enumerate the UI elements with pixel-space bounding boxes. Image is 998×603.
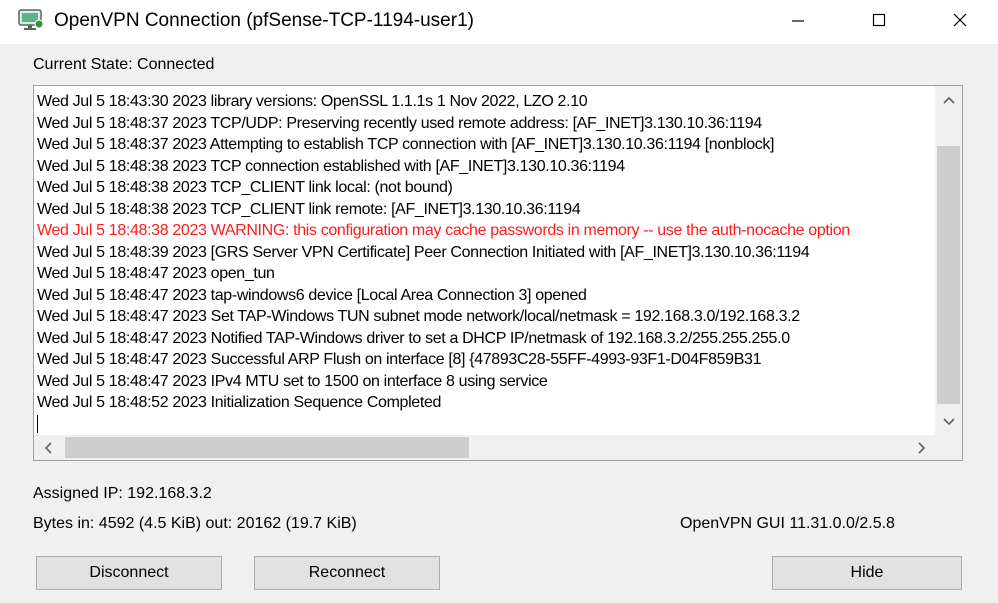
vertical-scrollbar[interactable] [935, 86, 962, 435]
scroll-down-button[interactable] [935, 408, 962, 435]
close-button[interactable] [932, 0, 988, 40]
log-line: Wed Jul 5 18:48:52 2023 Initialization S… [37, 394, 442, 411]
reconnect-button[interactable]: Reconnect [254, 556, 440, 590]
log-line: Wed Jul 5 18:48:47 2023 IPv4 MTU set to … [37, 372, 548, 390]
minimize-icon [792, 20, 804, 22]
log-line: Wed Jul 5 18:48:47 2023 tap-windows6 dev… [37, 286, 587, 304]
disconnect-button[interactable]: Disconnect [36, 556, 222, 590]
log-content[interactable]: Wed Jul 5 18:43:30 2023 library versions… [37, 91, 935, 436]
assigned-ip-label: Assigned IP: 192.168.3.2 [33, 485, 212, 502]
hide-button[interactable]: Hide [772, 556, 962, 590]
text-caret [37, 415, 38, 434]
log-line: Wed Jul 5 18:48:38 2023 TCP_CLIENT link … [37, 200, 581, 218]
scroll-up-icon [942, 96, 955, 104]
horizontal-scrollbar[interactable] [34, 435, 935, 460]
openvpn-monitor-icon [18, 9, 44, 30]
log-line-warning: Wed Jul 5 18:48:38 2023 WARNING: this co… [37, 222, 850, 239]
minimize-button[interactable] [770, 0, 826, 40]
current-state-label: Current State: Connected [33, 56, 215, 73]
bytes-transfer-label: Bytes in: 4592 (4.5 KiB) out: 20162 (19.… [33, 515, 357, 532]
log-line: Wed Jul 5 18:43:30 2023 library versions… [37, 93, 588, 110]
log-line: Wed Jul 5 18:48:39 2023 [GRS Server VPN … [37, 243, 810, 261]
scroll-down-icon [942, 417, 955, 425]
title-bar[interactable]: OpenVPN Connection (pfSense-TCP-1194-use… [0, 0, 998, 44]
log-line: Wed Jul 5 18:48:47 2023 Successful ARP F… [37, 351, 762, 368]
maximize-button[interactable] [851, 0, 907, 40]
scrollbar-corner [935, 435, 962, 460]
log-line: Wed Jul 5 18:48:37 2023 Attempting to es… [37, 136, 775, 153]
scroll-left-icon [44, 441, 52, 454]
log-line: Wed Jul 5 18:48:47 2023 Notified TAP-Win… [37, 329, 790, 347]
window-title: OpenVPN Connection (pfSense-TCP-1194-use… [54, 10, 474, 31]
log-line: Wed Jul 5 18:48:47 2023 Set TAP-Windows … [37, 308, 800, 325]
log-line: Wed Jul 5 18:48:38 2023 TCP_CLIENT link … [37, 179, 453, 196]
scroll-left-button[interactable] [34, 435, 61, 460]
vertical-scroll-thumb[interactable] [937, 146, 960, 404]
log-line: Wed Jul 5 18:48:37 2023 TCP/UDP: Preserv… [37, 114, 762, 132]
log-textbox[interactable]: Wed Jul 5 18:43:30 2023 library versions… [33, 85, 963, 461]
scroll-right-button[interactable] [908, 435, 935, 460]
maximize-icon [872, 13, 886, 27]
gui-version-label: OpenVPN GUI 11.31.0.0/2.5.8 [680, 515, 895, 532]
scroll-up-button[interactable] [935, 86, 962, 113]
log-line: Wed Jul 5 18:48:38 2023 TCP connection e… [37, 157, 625, 175]
text-caret-line [37, 414, 935, 436]
close-icon [953, 13, 967, 27]
log-line: Wed Jul 5 18:48:47 2023 open_tun [37, 265, 275, 282]
scroll-right-icon [917, 441, 925, 454]
horizontal-scroll-thumb[interactable] [65, 437, 469, 458]
